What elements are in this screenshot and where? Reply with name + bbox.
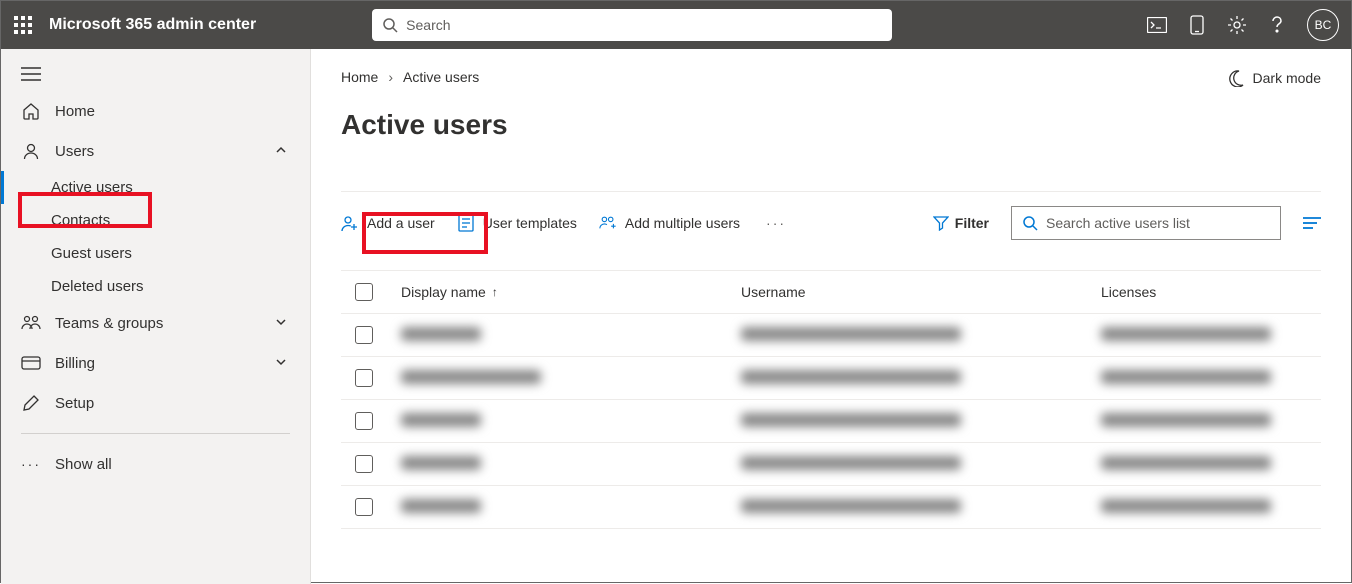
table-row[interactable] bbox=[341, 486, 1321, 529]
cell-display-name bbox=[401, 456, 481, 470]
main-content: Home › Active users Dark mode Active use… bbox=[311, 49, 1351, 584]
row-checkbox[interactable] bbox=[355, 412, 373, 430]
cell-display-name bbox=[401, 499, 481, 513]
app-title: Microsoft 365 admin center bbox=[49, 16, 256, 34]
sort-asc-icon: ↑ bbox=[492, 285, 498, 299]
row-checkbox[interactable] bbox=[355, 369, 373, 387]
chevron-up-icon bbox=[274, 143, 290, 159]
nav-collapse-icon[interactable] bbox=[1, 57, 310, 91]
sidebar-item-deleted-users[interactable]: Deleted users bbox=[1, 270, 310, 303]
sidebar-item-billing[interactable]: Billing bbox=[1, 343, 310, 383]
users-table: Display name↑ Username Licenses bbox=[341, 270, 1321, 529]
sidebar-label: Teams & groups bbox=[55, 315, 260, 332]
select-all-checkbox[interactable] bbox=[355, 283, 373, 301]
teams-icon bbox=[21, 313, 41, 333]
breadcrumb-current: Active users bbox=[403, 69, 479, 85]
cell-display-name bbox=[401, 413, 481, 427]
cell-licenses bbox=[1101, 456, 1271, 470]
search-users-box[interactable] bbox=[1011, 206, 1281, 240]
cell-licenses bbox=[1101, 327, 1271, 341]
search-users-input[interactable] bbox=[1046, 215, 1270, 231]
view-options-icon[interactable] bbox=[1303, 216, 1321, 230]
cell-licenses bbox=[1101, 413, 1271, 427]
sidebar-item-active-users[interactable]: Active users bbox=[1, 171, 310, 204]
sidebar-item-home[interactable]: Home bbox=[1, 91, 310, 131]
cell-username bbox=[741, 456, 961, 470]
shell-icon[interactable] bbox=[1147, 15, 1167, 35]
sidebar-label: Billing bbox=[55, 355, 260, 372]
user-templates-button[interactable]: User templates bbox=[457, 214, 577, 232]
table-row[interactable] bbox=[341, 443, 1321, 486]
global-search[interactable] bbox=[372, 9, 892, 41]
sidebar: Home Users Active users Contacts Guest u… bbox=[1, 49, 311, 584]
add-multiple-users-button[interactable]: Add multiple users bbox=[599, 214, 740, 232]
filter-icon bbox=[933, 215, 949, 231]
more-commands-button[interactable]: ··· bbox=[762, 215, 790, 231]
sidebar-label: Show all bbox=[55, 456, 290, 473]
breadcrumb: Home › Active users bbox=[341, 69, 1321, 85]
global-search-input[interactable] bbox=[406, 17, 882, 33]
mobile-icon[interactable] bbox=[1187, 15, 1207, 35]
help-icon[interactable] bbox=[1267, 15, 1287, 35]
account-avatar[interactable]: BC bbox=[1307, 9, 1339, 41]
home-icon bbox=[21, 101, 41, 121]
col-username[interactable]: Username bbox=[741, 284, 1101, 300]
chevron-down-icon bbox=[274, 355, 290, 371]
cmd-label: Add a user bbox=[367, 215, 435, 231]
dark-mode-toggle[interactable]: Dark mode bbox=[1227, 69, 1321, 87]
row-checkbox[interactable] bbox=[355, 326, 373, 344]
sidebar-label: Users bbox=[55, 143, 260, 160]
sidebar-item-users[interactable]: Users bbox=[1, 131, 310, 171]
table-row[interactable] bbox=[341, 357, 1321, 400]
filter-label: Filter bbox=[955, 215, 989, 231]
search-icon bbox=[1022, 215, 1038, 231]
cell-username bbox=[741, 499, 961, 513]
more-icon: ··· bbox=[21, 454, 41, 474]
filter-button[interactable]: Filter bbox=[933, 215, 989, 231]
cmd-label: User templates bbox=[483, 215, 577, 231]
sidebar-label: Setup bbox=[55, 395, 290, 412]
user-icon bbox=[21, 141, 41, 161]
table-row[interactable] bbox=[341, 400, 1321, 443]
table-header: Display name↑ Username Licenses bbox=[341, 270, 1321, 314]
add-multiple-icon bbox=[599, 214, 617, 232]
cell-username bbox=[741, 413, 961, 427]
cell-username bbox=[741, 327, 961, 341]
col-display-name[interactable]: Display name↑ bbox=[401, 284, 741, 300]
sidebar-label: Home bbox=[55, 103, 290, 120]
breadcrumb-home[interactable]: Home bbox=[341, 69, 378, 85]
add-user-button[interactable]: Add a user bbox=[341, 214, 435, 232]
sidebar-item-show-all[interactable]: ··· Show all bbox=[1, 444, 310, 484]
row-checkbox[interactable] bbox=[355, 455, 373, 473]
col-licenses[interactable]: Licenses bbox=[1101, 284, 1321, 300]
breadcrumb-separator: › bbox=[388, 69, 393, 85]
table-row[interactable] bbox=[341, 314, 1321, 357]
nav-divider bbox=[21, 433, 290, 434]
row-checkbox[interactable] bbox=[355, 498, 373, 516]
dark-mode-label: Dark mode bbox=[1253, 70, 1321, 86]
sidebar-item-contacts[interactable]: Contacts bbox=[1, 204, 310, 237]
top-bar: Microsoft 365 admin center BC bbox=[1, 1, 1351, 49]
add-user-icon bbox=[341, 214, 359, 232]
billing-icon bbox=[21, 353, 41, 373]
chevron-down-icon bbox=[274, 315, 290, 331]
cell-display-name bbox=[401, 370, 541, 384]
settings-gear-icon[interactable] bbox=[1227, 15, 1247, 35]
app-launcher-icon[interactable] bbox=[13, 15, 33, 35]
sidebar-item-guest-users[interactable]: Guest users bbox=[1, 237, 310, 270]
page-title: Active users bbox=[341, 109, 1321, 141]
cell-username bbox=[741, 370, 961, 384]
setup-icon bbox=[21, 393, 41, 413]
sidebar-item-teams-groups[interactable]: Teams & groups bbox=[1, 303, 310, 343]
sidebar-item-setup[interactable]: Setup bbox=[1, 383, 310, 423]
cmd-label: Add multiple users bbox=[625, 215, 740, 231]
cell-licenses bbox=[1101, 499, 1271, 513]
cell-display-name bbox=[401, 327, 481, 341]
cell-licenses bbox=[1101, 370, 1271, 384]
templates-icon bbox=[457, 214, 475, 232]
command-bar: Add a user User templates Add multiple u… bbox=[341, 191, 1321, 240]
